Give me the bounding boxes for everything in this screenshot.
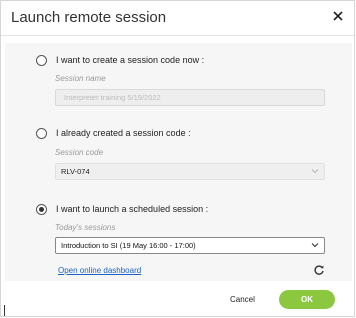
close-icon[interactable] [330,8,346,24]
dialog-title: Launch remote session [11,9,167,26]
launch-session-dialog: Launch remote session I want to create a… [0,0,355,317]
radio-scheduled-session[interactable]: I want to launch a scheduled session : [36,202,208,216]
open-dashboard-link[interactable]: Open online dashboard [58,266,141,275]
radio-existing-session[interactable]: I already created a session code : [36,126,191,140]
session-name-input[interactable]: Interpreter training 5/19/2022 [55,89,325,106]
ok-button[interactable]: OK [279,290,335,309]
todays-sessions-label: Today's sessions [55,223,116,232]
create-option-label: I want to create a session code now : [56,55,205,65]
existing-option-label: I already created a session code : [56,128,191,138]
session-code-value: RLV-074 [61,167,90,176]
refresh-icon[interactable] [313,264,325,276]
todays-sessions-select[interactable]: Introduction to SI (19 May 16:00 - 17:00… [55,237,325,254]
dialog-titlebar: Launch remote session [1,1,354,36]
todays-sessions-value: Introduction to SI (19 May 16:00 - 17:00… [61,241,196,250]
session-name-label: Session name [55,74,106,83]
chevron-down-icon [311,168,319,174]
radio-button-create[interactable] [36,54,47,66]
session-code-label: Session code [55,148,104,157]
radio-button-scheduled[interactable] [36,203,47,215]
radio-create-session[interactable]: I want to create a session code now : [36,53,204,67]
text-cursor [4,305,5,316]
session-code-select[interactable]: RLV-074 [55,163,325,180]
chevron-down-icon [311,242,319,248]
radio-button-existing[interactable] [36,127,47,139]
scheduled-option-label: I want to launch a scheduled session : [56,204,209,214]
cancel-button[interactable]: Cancel [230,295,255,304]
